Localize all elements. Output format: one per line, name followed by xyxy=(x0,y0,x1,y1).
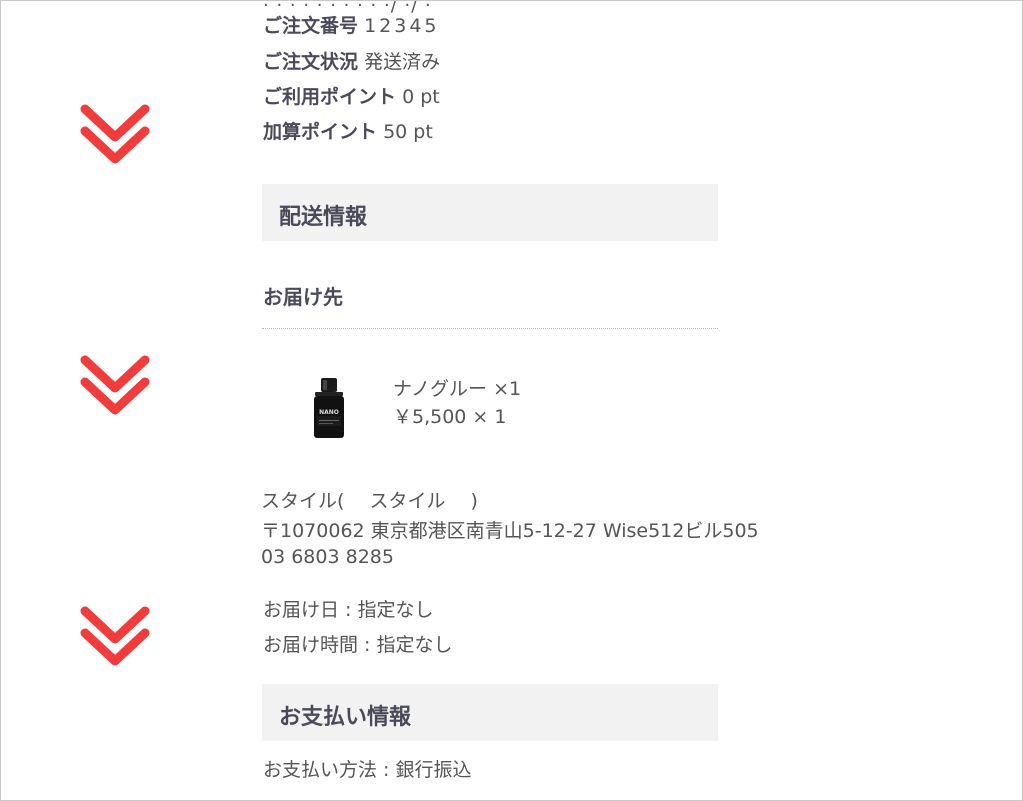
payment-method: お支払い方法 : 銀行振込 xyxy=(263,759,472,781)
shipping-section-header: 配送情報 xyxy=(262,184,718,241)
used-points-label: ご利用ポイント xyxy=(263,86,397,108)
payment-section-header: お支払い情報 xyxy=(262,684,718,741)
order-status-label: ご注文状況 xyxy=(263,51,359,73)
product-name: ナノグルー ×1 xyxy=(393,378,522,400)
double-chevron-down-icon xyxy=(80,606,150,666)
recipient-name: スタイル( スタイル ) xyxy=(261,490,478,512)
delivery-date: お届け日 : 指定なし xyxy=(263,599,434,621)
order-status-value: 発送済み xyxy=(364,51,441,73)
page-frame: · · · · · · · · · ·/ ·/ · ご注文番号 12345 ご注… xyxy=(0,0,1023,801)
order-number-label: ご注文番号 xyxy=(263,15,359,37)
recipient-phone: 03 6803 8285 xyxy=(261,546,394,568)
destination-heading: お届け先 xyxy=(263,285,343,309)
delivery-time: お届け時間 : 指定なし xyxy=(263,634,453,656)
order-number-value: 12345 xyxy=(364,15,440,37)
used-points-row: ご利用ポイント 0 pt xyxy=(263,84,440,110)
product-price: ￥5,500 × 1 xyxy=(393,406,507,428)
product-image: NANO xyxy=(314,378,344,438)
shipping-section-title: 配送情報 xyxy=(279,205,368,230)
order-status-row: ご注文状況 発送済み xyxy=(263,49,440,75)
double-chevron-down-icon xyxy=(80,104,150,164)
used-points-value: 0 pt xyxy=(402,86,440,108)
added-points-row: 加算ポイント 50 pt xyxy=(263,119,433,145)
recipient-address: 〒1070062 東京都港区南青山5-12-27 Wise512ビル505 xyxy=(261,520,759,542)
order-number-row: ご注文番号 12345 xyxy=(263,13,440,39)
double-chevron-down-icon xyxy=(80,355,150,415)
added-points-value: 50 pt xyxy=(383,121,433,143)
added-points-label: 加算ポイント xyxy=(263,121,378,143)
dotted-divider xyxy=(262,328,718,329)
product-image-text: NANO xyxy=(319,409,339,416)
payment-section-title: お支払い情報 xyxy=(279,705,412,730)
